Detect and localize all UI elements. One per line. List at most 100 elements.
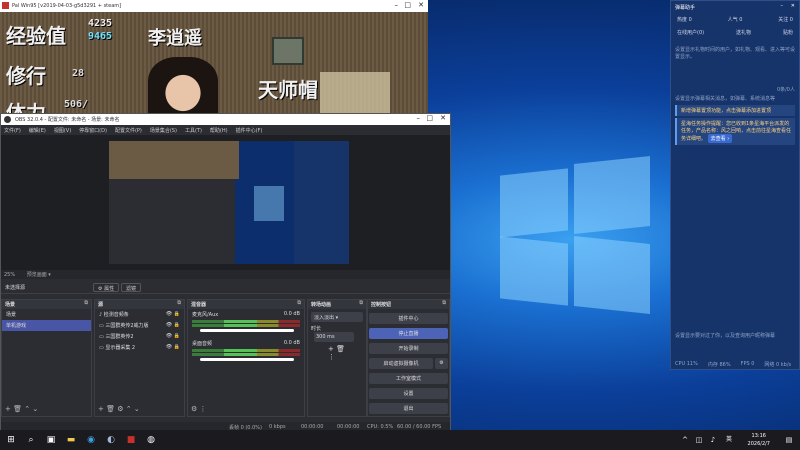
file-explorer-icon[interactable]: ▬ (66, 435, 76, 445)
start-recording-button[interactable]: 开始录制 (369, 343, 448, 354)
menu-tools[interactable]: 工具(T) (185, 127, 202, 134)
scene-item-selected[interactable]: 单机游戏 (2, 320, 91, 331)
move-up-icon[interactable]: ⌃ (24, 405, 30, 413)
visibility-eye-icon[interactable]: 👁 🔒 (166, 311, 180, 317)
trash-icon[interactable]: 🗑 (13, 405, 22, 413)
level-label: 修行 (6, 64, 46, 88)
stop-streaming-button[interactable]: 停止直播 (369, 328, 448, 339)
more-icon[interactable]: ⋮ (328, 353, 335, 361)
minimize-icon[interactable]: – (395, 1, 399, 9)
tab-fans[interactable]: 贴粉 (783, 29, 793, 36)
virtual-camera-button[interactable]: 启动虚拟摄像机 (369, 358, 433, 369)
controls-title: 控制按钮 (371, 302, 392, 308)
more-icon[interactable]: ⋮ (200, 405, 207, 413)
advanced-audio-icon[interactable]: ⚙ (191, 405, 197, 413)
view-task-button[interactable]: 去查看 › (707, 134, 733, 143)
zoom-level[interactable]: 25% (4, 272, 15, 278)
settings-button[interactable]: 设置 (369, 388, 448, 399)
add-icon[interactable]: + (328, 345, 334, 353)
dock-float-icon[interactable]: ⧉ (177, 300, 181, 306)
properties-button[interactable]: ⚙ 属性 (93, 283, 120, 292)
source-item[interactable]: ♪ 检测音频条 👁 🔒 (95, 309, 184, 320)
source-item[interactable]: ▭ 三国群英传2威力版 👁 🔒 (95, 320, 184, 331)
visibility-eye-icon[interactable]: 👁 🔒 (166, 333, 180, 339)
game-titlebar[interactable]: Pal Win95 [v2019-04-03-g5d3291 + steam] … (0, 0, 428, 12)
menu-view[interactable]: 视图(V) (54, 127, 71, 134)
maximize-icon[interactable]: □ (404, 1, 411, 9)
dock-float-icon[interactable]: ⧉ (442, 300, 446, 306)
obs-titlebar[interactable]: OBS 32.0.4 - 配置文件: 未命名 - 场景: 未命名 – □ ✕ (1, 114, 450, 125)
gear-icon[interactable]: ⚙ (117, 405, 123, 413)
preview-area[interactable] (1, 135, 450, 270)
visibility-eye-icon[interactable]: 👁 🔒 (166, 344, 180, 350)
add-icon[interactable]: + (5, 405, 11, 413)
menu-file[interactable]: 文件(F) (4, 127, 21, 134)
steam-icon[interactable]: ◐ (106, 435, 116, 445)
notice-task[interactable]: 星海任务操作提醒：您已收到1条星海平台派发的任务，产品名称：风之回响，点击前往星… (675, 118, 795, 145)
close-icon[interactable]: ✕ (440, 114, 446, 122)
preview-canvas[interactable] (109, 141, 349, 264)
transition-select[interactable]: 淡入淡出 ▾ (311, 312, 363, 322)
tray-chevron-icon[interactable]: ^ (680, 435, 690, 445)
mixer-toolbar: ⚙ ⋮ (188, 404, 304, 416)
source-item[interactable]: ▭ 显示器采集 2 👁 🔒 (95, 342, 184, 353)
scenes-header: 场景 ⧉ (2, 300, 91, 309)
danmaku-panel[interactable]: 弹幕助手 – ✕ 热度 0 人气 0 关注 0 在线用户(0) 送礼物 贴粉 设… (670, 0, 800, 370)
obs-icon[interactable]: ◍ (146, 435, 156, 445)
studio-mode-button[interactable]: 工作室模式 (369, 373, 448, 384)
game-window-title: Pal Win95 [v2019-04-03-g5d3291 + steam] (12, 3, 122, 9)
game-window[interactable]: Pal Win95 [v2019-04-03-g5d3291 + steam] … (0, 0, 428, 113)
close-icon[interactable]: ✕ (418, 1, 424, 9)
minimize-icon[interactable]: – (417, 114, 421, 122)
trash-icon[interactable]: 🗑 (106, 405, 115, 413)
task-view-icon[interactable]: ▣ (46, 435, 56, 445)
volume-slider[interactable] (200, 329, 294, 332)
notification-icon[interactable]: ▤ (784, 435, 794, 445)
scene-item[interactable]: 场景 (2, 309, 91, 320)
menu-edit[interactable]: 编辑(E) (29, 127, 46, 134)
dock-float-icon[interactable]: ⧉ (84, 300, 88, 306)
menu-profile[interactable]: 配置文件(P) (115, 127, 142, 134)
filters-button[interactable]: 滤镜 (121, 283, 142, 292)
move-down-icon[interactable]: ⌄ (32, 405, 38, 413)
obs-app-icon (4, 116, 11, 123)
plugin-center-button[interactable]: 插件中心 (369, 313, 448, 324)
menu-help[interactable]: 帮助(H) (210, 127, 228, 134)
obs-window[interactable]: OBS 32.0.4 - 配置文件: 未命名 - 场景: 未命名 – □ ✕ 文… (0, 113, 451, 432)
tab-gifts[interactable]: 送礼物 (736, 29, 751, 36)
menu-scene-collection[interactable]: 场景集合(S) (150, 127, 177, 134)
gear-icon[interactable]: ⚙ (435, 358, 448, 369)
tab-online-users[interactable]: 在线用户(0) (677, 29, 704, 36)
visibility-eye-icon[interactable]: 👁 🔒 (166, 322, 180, 328)
pal-game-icon[interactable]: ■ (126, 435, 136, 445)
game-screen[interactable]: 经验值 4235 9465 李逍遥 修行 28 体力 506/ 天师帽 (0, 12, 428, 113)
move-down-icon[interactable]: ⌄ (134, 405, 140, 413)
network-icon[interactable]: ◫ (694, 435, 704, 445)
add-icon[interactable]: + (98, 405, 104, 413)
edge-browser-icon[interactable]: ◉ (86, 435, 96, 445)
move-up-icon[interactable]: ⌃ (126, 405, 132, 413)
volume-icon[interactable]: ♪ (708, 435, 718, 445)
source-item[interactable]: ▭ 三国群英传2 👁 🔒 (95, 331, 184, 342)
dock-float-icon[interactable]: ⧉ (297, 300, 301, 306)
source-label: 三国群英传2 (105, 334, 134, 340)
dock-float-icon[interactable]: ⧉ (359, 300, 363, 306)
input-language[interactable]: 英 (724, 435, 734, 445)
duration-input[interactable]: 300 ms (314, 332, 354, 342)
search-icon[interactable]: ⌕ (26, 435, 36, 445)
preview-mode-dropdown[interactable]: 预览画面 ▾ (27, 272, 51, 278)
minimize-icon[interactable]: – (781, 3, 784, 9)
notice-pin[interactable]: 新增弹幕置顶功能，点击弹幕添加进置顶 (675, 105, 795, 116)
source-toolbar: 未选择源 ⚙ 属性 滤镜 (1, 280, 450, 294)
clock[interactable]: 13:16 2026/2/7 (748, 432, 770, 448)
start-windows-icon[interactable]: ⊞ (6, 435, 16, 445)
volume-meter (192, 349, 300, 352)
menu-plugin-center[interactable]: 插件中心(F) (236, 127, 263, 134)
trash-icon[interactable]: 🗑 (336, 345, 345, 353)
close-icon[interactable]: ✕ (791, 3, 795, 9)
menu-docks[interactable]: 停靠窗口(D) (79, 127, 107, 134)
exit-button[interactable]: 退出 (369, 403, 448, 414)
clock-date: 2026/2/7 (747, 441, 770, 447)
volume-slider[interactable] (200, 358, 294, 361)
maximize-icon[interactable]: □ (426, 114, 433, 122)
